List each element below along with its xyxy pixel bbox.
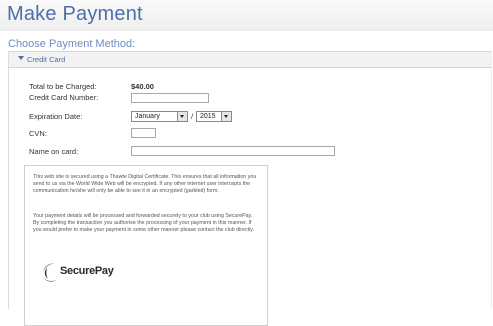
dropdown-arrow-icon[interactable] [221, 112, 231, 121]
page-title: Make Payment [7, 3, 143, 25]
panel-label[interactable]: Credit Card [27, 53, 65, 66]
security-notice: This web site is secured using a Thawte … [24, 165, 268, 326]
section-title: Choose Payment Method: [8, 38, 136, 50]
total-label: Total to be Charged: [29, 82, 97, 91]
securepay-logo-icon [43, 263, 56, 282]
card-number-label: Credit Card Number: [29, 93, 99, 102]
credit-card-panel: Credit Card Total to be Charged: $40.00 … [8, 51, 492, 326]
security-notice-paragraph: This web site is secured using a Thawte … [33, 174, 257, 195]
credit-card-panel-header[interactable]: Credit Card [9, 51, 491, 68]
name-on-card-label: Name on card: [29, 147, 79, 156]
expiration-year-value: 2015 [200, 113, 216, 120]
expiration-separator: / [191, 112, 194, 121]
expiration-year-select[interactable]: 2015 [196, 111, 232, 122]
card-number-input[interactable] [131, 93, 209, 103]
page-title-bar: Make Payment [0, 0, 493, 31]
total-value: $40.00 [131, 82, 154, 91]
cvn-input[interactable] [131, 128, 156, 138]
dropdown-arrow-icon[interactable] [177, 112, 187, 121]
securepay-logo-text: SecurePay [60, 265, 114, 277]
caret-down-icon[interactable] [18, 56, 24, 60]
expiration-month-value: January [135, 113, 160, 120]
expiration-month-select[interactable]: January [131, 111, 188, 122]
payment-notice-paragraph: Your payment details will be processed a… [33, 213, 255, 234]
expiration-label: Expiration Date: [29, 112, 83, 121]
name-on-card-input[interactable] [131, 146, 335, 156]
cvn-label: CVN: [29, 129, 47, 138]
